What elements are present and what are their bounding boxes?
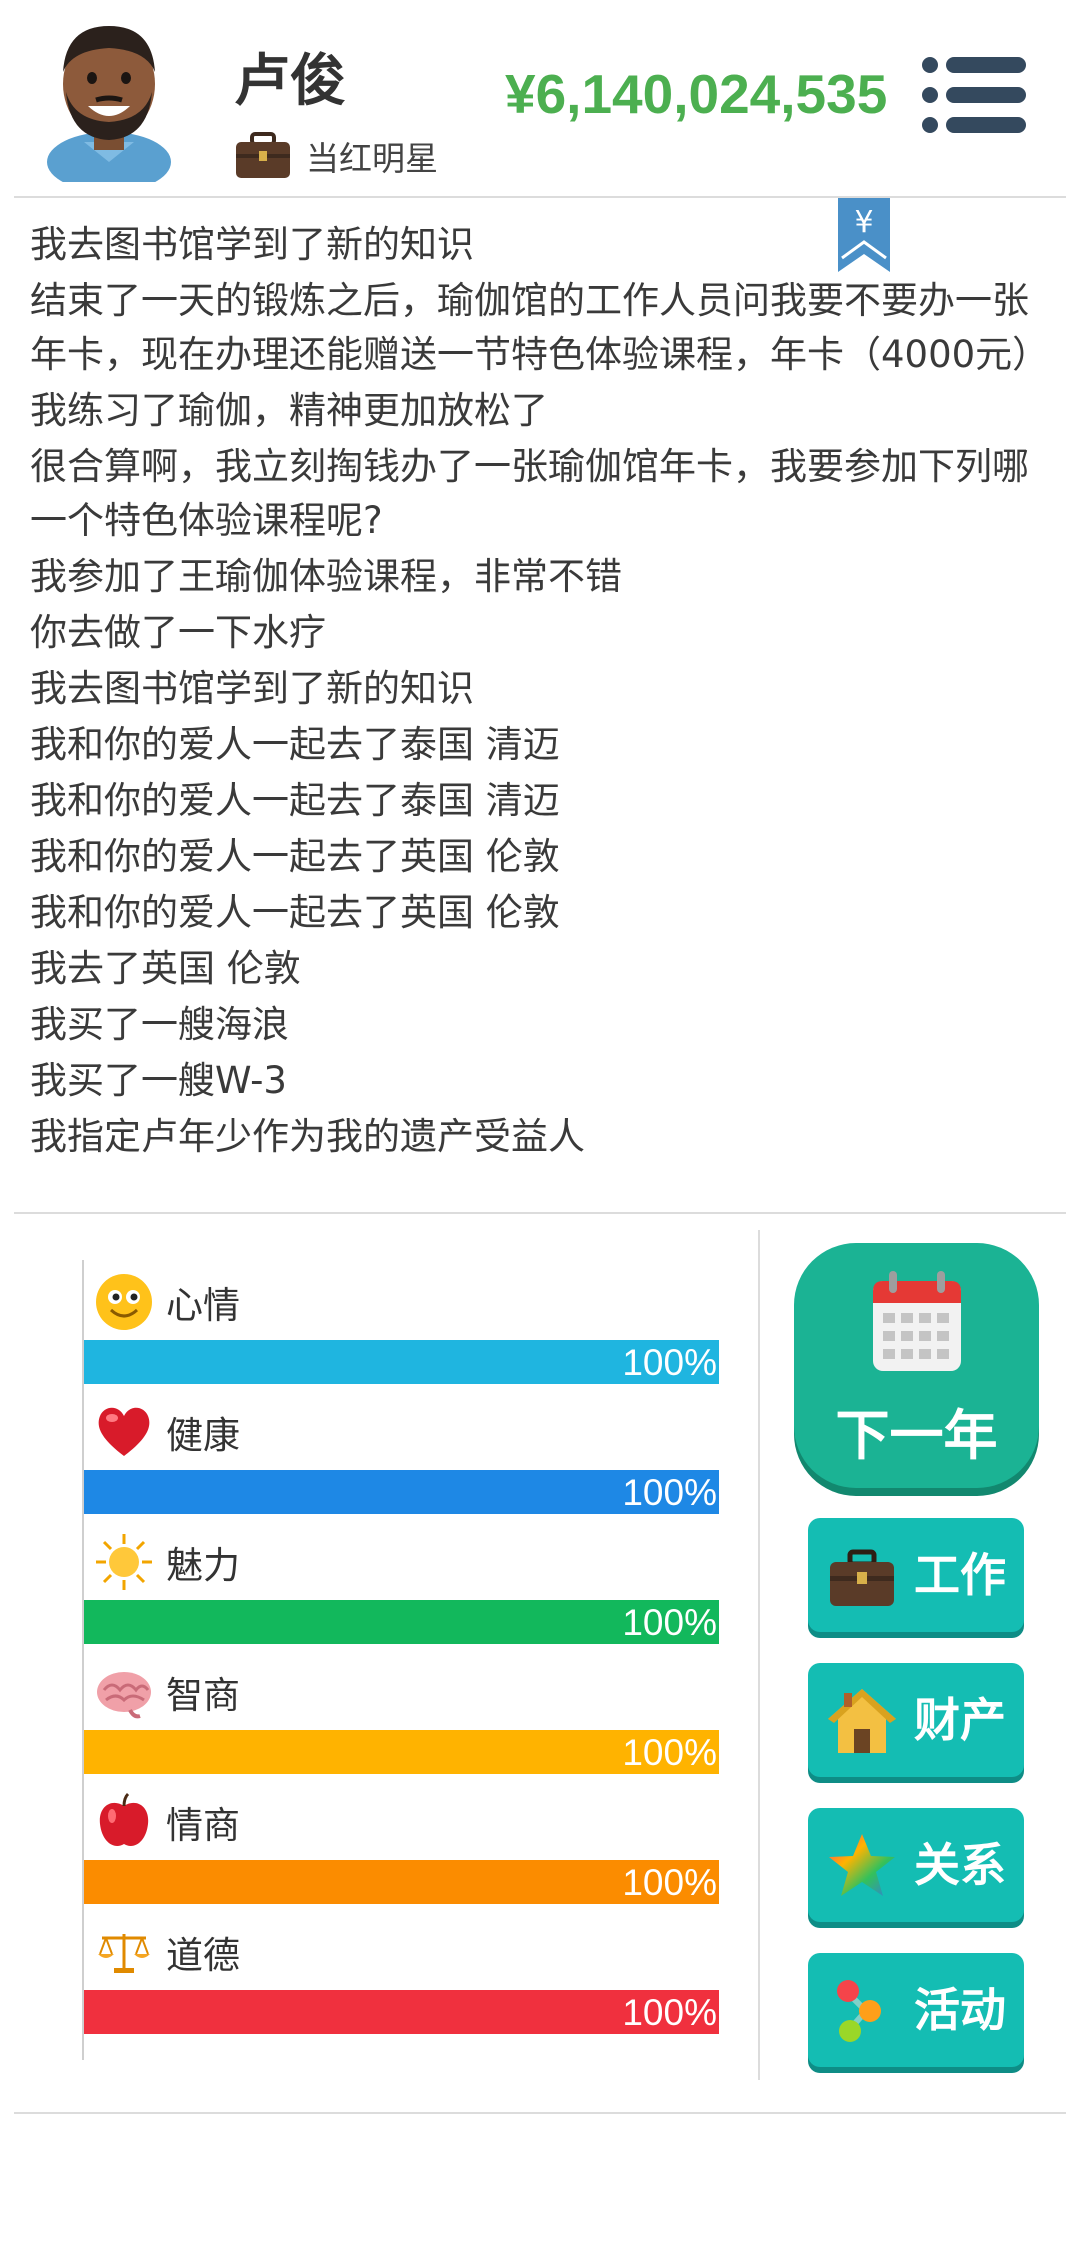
smiley-icon <box>96 1274 152 1330</box>
money-balance: ¥6,140,024,535 <box>505 63 888 125</box>
activity-dots-icon <box>837 1980 881 2042</box>
log-line: 我去图书馆学到了新的知识 <box>30 667 474 710</box>
stats-panel: 心情 100% 健康 100% 魅力 100% 智商 100% 情商 100% … <box>82 1260 719 2060</box>
sun-icon <box>96 1534 152 1590</box>
activities-label: 活动 <box>914 1983 1006 2037</box>
stat-mood: 心情 100% <box>84 1270 719 1395</box>
event-log-list: 我去图书馆学到了新的知识 结束了一天的锻炼之后，瑜伽馆的工作人员问我要不要办一张… <box>30 218 1060 1166</box>
stat-label: 魅力 <box>166 1544 240 1587</box>
stat-value: 100% <box>622 1342 717 1383</box>
stat-label: 道德 <box>166 1934 240 1977</box>
brain-icon <box>97 1672 151 1719</box>
job-row: 当红明星 <box>234 128 438 184</box>
scales-icon <box>98 1934 150 1973</box>
stat-bar: 100% <box>84 1600 719 1644</box>
stat-value: 100% <box>622 1602 717 1643</box>
heart-icon <box>98 1407 150 1456</box>
relations-label: 关系 <box>914 1838 1006 1892</box>
log-line: 我买了一艘W-3 <box>30 1059 287 1102</box>
header: 卢俊 当红明星 ¥6,140,024,535 <box>0 0 1080 195</box>
log-line: 你去做了一下水疗 <box>30 611 326 654</box>
panel-divider <box>758 1230 760 2080</box>
stat-value: 100% <box>622 1992 717 2033</box>
stat-bar: 100% <box>84 1730 719 1774</box>
menu-icon[interactable] <box>920 55 1030 135</box>
log-fade <box>14 198 1066 212</box>
stat-bar: 100% <box>84 1990 719 2034</box>
log-line: 我指定卢年少作为我的遗产受益人 <box>30 1115 585 1158</box>
bookmark-symbol: ¥ <box>854 205 873 240</box>
apple-icon <box>99 1792 149 1846</box>
briefcase-icon <box>236 132 290 178</box>
stat-value: 100% <box>622 1862 717 1903</box>
stat-bar: 100% <box>84 1340 719 1384</box>
activities-button[interactable]: 活动 <box>808 1953 1024 2067</box>
stat-label: 健康 <box>166 1414 240 1457</box>
player-name: 卢俊 <box>234 49 346 114</box>
calendar-icon <box>873 1271 961 1371</box>
work-label: 工作 <box>914 1548 1006 1602</box>
stat-iq: 智商 100% <box>84 1660 719 1785</box>
log-line: 我和你的爱人一起去了英国 伦敦 <box>30 891 560 934</box>
event-log[interactable]: 我去图书馆学到了新的知识 结束了一天的锻炼之后，瑜伽馆的工作人员问我要不要办一张… <box>14 198 1066 1210</box>
stat-morality: 道德 100% <box>84 1920 719 2045</box>
briefcase-icon <box>830 1549 894 1606</box>
work-button[interactable]: 工作 <box>808 1518 1024 1632</box>
next-year-button[interactable]: 下一年 <box>794 1243 1039 1488</box>
stat-eq: 情商 100% <box>84 1790 719 1915</box>
stat-charm: 魅力 100% <box>84 1530 719 1655</box>
log-line: 我练习了瑜伽，精神更加放松了 <box>30 389 548 432</box>
stat-bar: 100% <box>84 1470 719 1514</box>
relations-button[interactable]: 关系 <box>808 1808 1024 1922</box>
job-title: 当红明星 <box>306 139 438 178</box>
log-line: 我去图书馆学到了新的知识 <box>30 223 474 266</box>
log-line: 我买了一艘海浪 <box>30 1003 289 1046</box>
star-icon <box>829 1834 895 1896</box>
stat-label: 智商 <box>166 1674 240 1717</box>
log-line: 我参加了王瑜伽体验课程，非常不错 <box>30 555 622 598</box>
stat-bar: 100% <box>84 1860 719 1904</box>
log-line: 我和你的爱人一起去了泰国 清迈 <box>30 723 560 766</box>
stat-value: 100% <box>622 1732 717 1773</box>
log-divider <box>14 1212 1066 1214</box>
footer-divider <box>14 2112 1066 2114</box>
property-label: 财产 <box>914 1693 1006 1747</box>
log-line: 很合算啊，我立刻掏钱办了一张瑜伽馆年卡，我要参加下列哪一个特色体验课程呢? <box>30 445 1029 542</box>
log-line: 我和你的爱人一起去了英国 伦敦 <box>30 835 560 878</box>
log-line: 我去了英国 伦敦 <box>30 947 301 990</box>
house-icon <box>828 1689 896 1753</box>
stat-label: 情商 <box>166 1804 240 1847</box>
property-button[interactable]: 财产 <box>808 1663 1024 1777</box>
stat-label: 心情 <box>166 1284 240 1327</box>
stat-value: 100% <box>622 1472 717 1513</box>
log-line: 结束了一天的锻炼之后，瑜伽馆的工作人员问我要不要办一张年卡，现在办理还能赠送一节… <box>30 279 1050 376</box>
next-year-label: 下一年 <box>835 1404 998 1467</box>
avatar[interactable] <box>36 12 182 182</box>
money-bookmark-icon[interactable]: ¥ <box>836 198 892 276</box>
log-line: 我和你的爱人一起去了泰国 清迈 <box>30 779 560 822</box>
stat-health: 健康 100% <box>84 1400 719 1525</box>
